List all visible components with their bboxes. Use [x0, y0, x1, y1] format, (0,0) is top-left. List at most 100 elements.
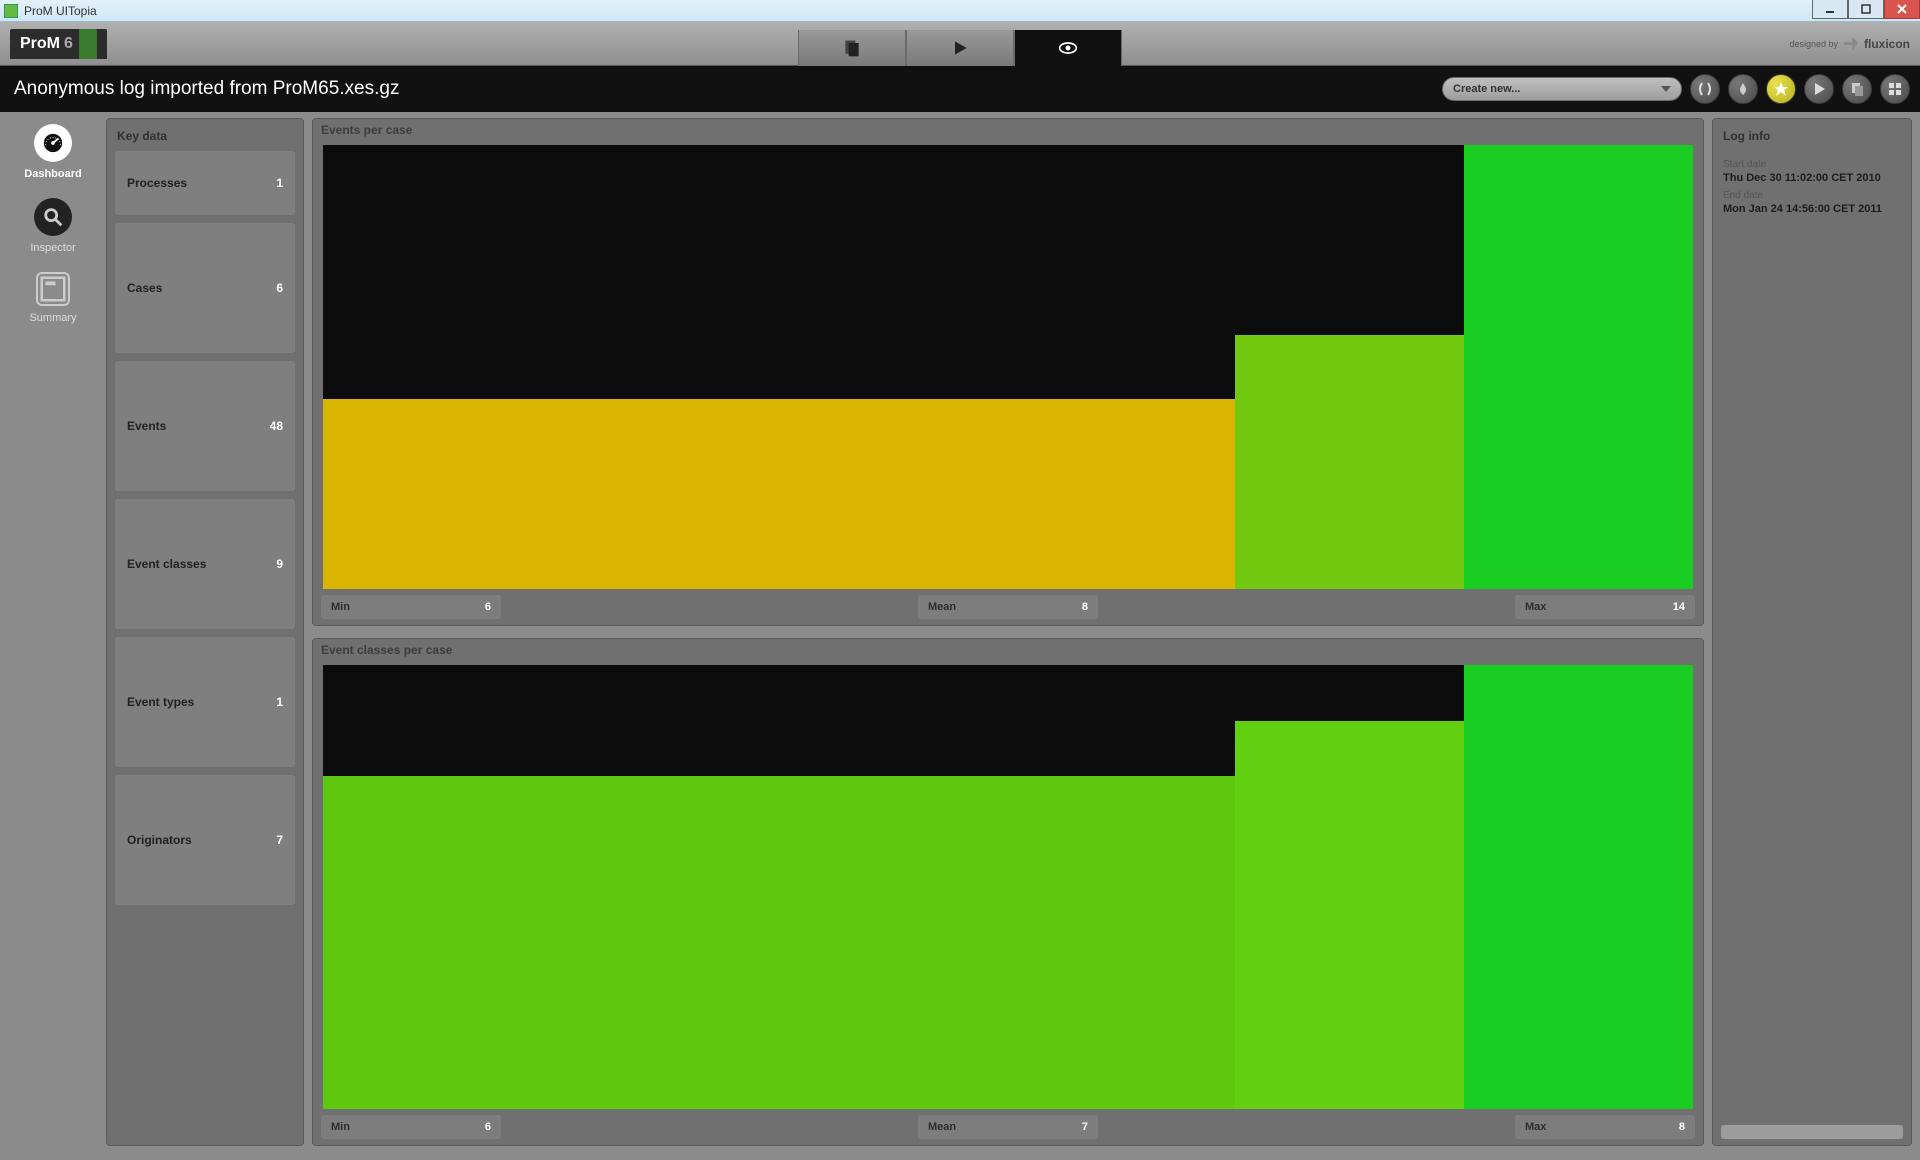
nav-dashboard-label: Dashboard: [24, 168, 81, 180]
window-close-button[interactable]: [1884, 0, 1920, 19]
keydata-header: Key data: [117, 129, 293, 143]
designed-by-brand: fluxicon: [1864, 37, 1910, 51]
mean-label: Mean: [928, 1121, 956, 1133]
nav-inspector-label: Inspector: [30, 242, 75, 254]
grid-icon: [1887, 81, 1903, 97]
keydata-eventtypes[interactable]: Event types 1: [115, 637, 295, 767]
drop-button[interactable]: [1728, 74, 1758, 104]
events-per-case-panel: Events per case Min 6 Mean 8 Max 14: [312, 118, 1704, 626]
tab-view[interactable]: [1014, 30, 1122, 66]
window-minimize-button[interactable]: [1812, 0, 1848, 19]
keydata-events-value: 48: [270, 419, 283, 433]
min-value: 6: [485, 1121, 491, 1133]
designed-by: designed by fluxicon: [1789, 37, 1910, 51]
events-per-case-max: Max 14: [1515, 595, 1695, 619]
loginfo-header: Log info: [1723, 129, 1901, 143]
event-classes-per-case-mean: Mean 7: [918, 1115, 1098, 1139]
designed-by-label: designed by: [1789, 39, 1838, 49]
favorite-button[interactable]: [1766, 74, 1796, 104]
loginfo-end-label: End date: [1723, 190, 1901, 201]
chart-bar: [323, 399, 1235, 589]
os-titlebar: ProM UITopia: [0, 0, 1920, 22]
inspector-icon: [34, 198, 72, 236]
events-per-case-min: Min 6: [321, 595, 501, 619]
chart-bar: [323, 776, 1235, 1109]
parentheses-icon: [1697, 81, 1713, 97]
keydata-panel: Key data Processes 1 Cases 6 Events 48 E…: [106, 118, 304, 1146]
keydata-originators-label: Originators: [127, 833, 192, 847]
keydata-eventtypes-label: Event types: [127, 695, 194, 709]
workspace: Dashboard Inspector Summary Key data Pro…: [0, 112, 1920, 1160]
min-label: Min: [331, 601, 350, 613]
loginfo-panel: Log info Start date Thu Dec 30 11:02:00 …: [1712, 118, 1912, 1146]
tab-play[interactable]: [906, 30, 1014, 66]
page-title: Anonymous log imported from ProM65.xes.g…: [14, 78, 399, 100]
mean-label: Mean: [928, 601, 956, 613]
keydata-processes-label: Processes: [127, 176, 187, 190]
min-label: Min: [331, 1121, 350, 1133]
chevron-down-icon: [1661, 86, 1671, 92]
charts-column: Events per case Min 6 Mean 8 Max 14 Even…: [312, 118, 1704, 1146]
chart-bar: [1464, 145, 1693, 589]
eye-icon: [1056, 38, 1080, 58]
mean-value: 7: [1082, 1121, 1088, 1133]
min-value: 6: [485, 601, 491, 613]
logo-text: ProM: [20, 35, 60, 53]
star-icon: [1773, 81, 1789, 97]
event-classes-per-case-title: Event classes per case: [313, 639, 1703, 661]
grid-button[interactable]: [1880, 74, 1910, 104]
keydata-eventclasses-label: Event classes: [127, 557, 206, 571]
loginfo-end-value: Mon Jan 24 14:56:00 CET 2011: [1723, 203, 1901, 215]
keydata-cases[interactable]: Cases 6: [115, 223, 295, 353]
keydata-cases-label: Cases: [127, 281, 162, 295]
chart-bar: [1464, 665, 1693, 1109]
events-per-case-mean: Mean 8: [918, 595, 1098, 619]
drop-icon: [1735, 81, 1751, 97]
play-small-icon: [1811, 81, 1827, 97]
window-maximize-button[interactable]: [1848, 0, 1884, 19]
logo-version: 6: [64, 35, 73, 53]
create-new-label: Create new...: [1453, 83, 1520, 95]
summary-icon: [36, 272, 70, 306]
app-logo[interactable]: ProM 6: [10, 29, 107, 59]
loginfo-scrollbar[interactable]: [1721, 1125, 1903, 1139]
keydata-processes[interactable]: Processes 1: [115, 151, 295, 215]
mean-value: 8: [1082, 601, 1088, 613]
event-classes-per-case-min: Min 6: [321, 1115, 501, 1139]
max-label: Max: [1525, 1121, 1546, 1133]
keydata-originators-value: 7: [276, 833, 283, 847]
play-icon: [948, 38, 972, 58]
nav-summary-label: Summary: [29, 312, 76, 324]
max-value: 14: [1673, 601, 1685, 613]
copy-button[interactable]: [1842, 74, 1872, 104]
keydata-eventtypes-value: 1: [276, 695, 283, 709]
keydata-originators[interactable]: Originators 7: [115, 775, 295, 905]
parentheses-button[interactable]: [1690, 74, 1720, 104]
app-header: ProM 6 designed by fluxicon: [0, 22, 1920, 66]
event-classes-per-case-max: Max 8: [1515, 1115, 1695, 1139]
max-label: Max: [1525, 601, 1546, 613]
dashboard-icon: [34, 124, 72, 162]
run-button[interactable]: [1804, 74, 1834, 104]
keydata-events[interactable]: Events 48: [115, 361, 295, 491]
chart-bar: [1235, 721, 1464, 1110]
window-title: ProM UITopia: [24, 4, 97, 18]
nav-dashboard[interactable]: Dashboard: [24, 124, 81, 180]
workspace-icon: [840, 38, 864, 58]
create-new-dropdown[interactable]: Create new...: [1442, 77, 1682, 101]
nav-strip: Dashboard Inspector Summary: [8, 118, 98, 1146]
keydata-cases-value: 6: [276, 281, 283, 295]
loginfo-start-value: Thu Dec 30 11:02:00 CET 2010: [1723, 172, 1901, 184]
keydata-eventclasses[interactable]: Event classes 9: [115, 499, 295, 629]
loginfo-start-label: Start date: [1723, 159, 1901, 170]
logo-accent: [79, 29, 97, 59]
tab-workspace[interactable]: [798, 30, 906, 66]
nav-summary[interactable]: Summary: [29, 272, 76, 324]
event-classes-per-case-panel: Event classes per case Min 6 Mean 7 Max …: [312, 638, 1704, 1146]
keydata-eventclasses-value: 9: [276, 557, 283, 571]
chart-bar: [1235, 335, 1464, 589]
max-value: 8: [1679, 1121, 1685, 1133]
keydata-events-label: Events: [127, 419, 166, 433]
nav-inspector[interactable]: Inspector: [30, 198, 75, 254]
fluxicon-mark-icon: [1844, 37, 1858, 51]
